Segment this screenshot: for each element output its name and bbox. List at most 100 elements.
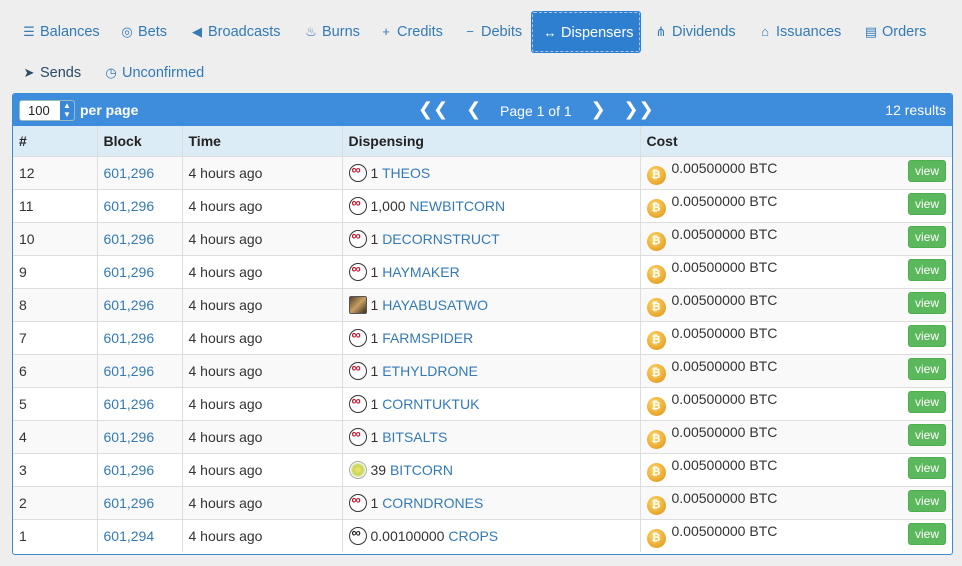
infinity-red-icon <box>348 327 367 347</box>
infinity-red-icon <box>348 360 367 380</box>
tab-sends[interactable]: ➤ Sends <box>12 53 91 93</box>
tab-issuances[interactable]: ⌂ Issuances <box>748 12 851 52</box>
first-page-button[interactable]: ❮❮ <box>418 100 448 118</box>
infinity-red-icon <box>348 195 367 215</box>
bitcoin-icon: ₿ <box>646 397 666 416</box>
row-time: 4 hours ago <box>181 353 342 387</box>
row-time: 4 hours ago <box>181 386 342 420</box>
next-page-button[interactable]: ❯ <box>591 100 606 118</box>
row-time: 4 hours ago <box>181 287 342 321</box>
view-button[interactable]: view <box>907 391 946 413</box>
view-button[interactable]: view <box>907 424 946 446</box>
asset-link[interactable]: HAYMAKER <box>382 264 460 280</box>
bitcoin-icon: ₿ <box>646 232 666 251</box>
minus-icon: − <box>466 24 474 39</box>
prev-page-button[interactable]: ❮ <box>466 100 481 118</box>
block-link[interactable]: 601,296 <box>104 198 155 214</box>
infinity-red-icon <box>348 261 367 281</box>
view-button[interactable]: view <box>907 358 946 380</box>
asset-link[interactable]: THEOS <box>382 165 430 181</box>
last-page-button[interactable]: ❯❯ <box>624 100 654 118</box>
bitcoin-icon: ₿ <box>646 331 666 350</box>
block-link[interactable]: 601,296 <box>104 231 155 247</box>
view-button[interactable]: view <box>907 193 946 215</box>
block-link[interactable]: 601,296 <box>104 264 155 280</box>
per-page-select[interactable]: 100 ▲ ▼ <box>19 100 75 121</box>
paper-plane-icon: ➤ <box>23 65 35 80</box>
block-link[interactable]: 601,296 <box>104 396 155 412</box>
asset-link[interactable]: NEWBITCORN <box>409 198 505 214</box>
view-button[interactable]: view <box>907 292 946 314</box>
row-number: 10 <box>13 221 97 255</box>
dispense-quantity: 1 <box>370 494 379 511</box>
table-row: 6 601,296 4 hours ago 1 ETHYLDRONE ₿ 0.005000… <box>13 353 952 387</box>
table-row: 8 601,296 4 hours ago 1 HAYABUSATWO ₿ 0.00500… <box>13 287 952 321</box>
plus-icon: + <box>382 24 390 39</box>
table-row: 2 601,296 4 hours ago 1 CORNDRONES ₿ 0.005000… <box>13 485 952 519</box>
view-button[interactable]: view <box>907 259 946 281</box>
asset-link[interactable]: BITCORN <box>390 462 453 478</box>
arrows-horizontal-icon: ↔ <box>543 25 557 40</box>
row-number: 11 <box>13 188 97 222</box>
asset-link[interactable]: CROPS <box>448 528 498 544</box>
tab-debits[interactable]: − Debits <box>453 12 532 52</box>
book-icon: ▤ <box>864 24 878 39</box>
table-row: 9 601,296 4 hours ago 1 HAYMAKER ₿ 0.00500000… <box>13 254 952 288</box>
tab-bets[interactable]: ◎ Bets <box>110 12 177 52</box>
asset-link[interactable]: CORNTUKTUK <box>382 396 479 412</box>
tab-dividends[interactable]: ⋔ Dividends <box>644 12 746 52</box>
image-thumbnail-icon <box>348 295 367 314</box>
col-header-dispensing: Dispensing <box>341 126 640 156</box>
dispense-quantity: 39 <box>370 461 387 478</box>
view-button[interactable]: view <box>907 490 946 512</box>
cost-value: 0.00500000 BTC <box>671 226 778 242</box>
row-number: 4 <box>13 419 97 453</box>
table-row: 5 601,296 4 hours ago 1 CORNTUKTUK ₿ 0.005000… <box>13 386 952 420</box>
table-row: 4 601,296 4 hours ago 1 BITSALTS ₿ 0.00500000… <box>13 419 952 453</box>
infinity-red-icon <box>348 162 367 182</box>
bitcoin-icon: ₿ <box>646 430 666 449</box>
tab-burns[interactable]: ♨ Burns <box>294 12 370 52</box>
block-link[interactable]: 601,296 <box>104 165 155 181</box>
cost-value: 0.00500000 BTC <box>671 160 778 176</box>
asset-link[interactable]: HAYABUSATWO <box>382 297 488 313</box>
block-link[interactable]: 601,296 <box>104 429 155 445</box>
col-header-cost: Cost <box>639 126 952 156</box>
row-number: 2 <box>13 485 97 519</box>
tab-broadcasts[interactable]: ◀ Broadcasts <box>180 12 291 52</box>
tab-balances[interactable]: ☰ Balances <box>12 12 110 52</box>
block-link[interactable]: 601,296 <box>104 495 155 511</box>
block-link[interactable]: 601,296 <box>104 297 155 313</box>
row-time: 4 hours ago <box>181 518 342 552</box>
view-button[interactable]: view <box>907 457 946 479</box>
cost-value: 0.00500000 BTC <box>671 523 778 539</box>
tab-orders[interactable]: ▤ Orders <box>854 12 936 52</box>
view-button[interactable]: view <box>907 325 946 347</box>
tab-credits[interactable]: + Credits <box>369 12 453 52</box>
block-link[interactable]: 601,294 <box>104 528 155 544</box>
tab-unconfirmed[interactable]: ◷ Unconfirmed <box>94 53 214 93</box>
row-number: 9 <box>13 254 97 288</box>
spinner-icon[interactable]: ▲ ▼ <box>60 101 74 120</box>
dispense-quantity: 1 <box>370 428 379 445</box>
bitcoin-icon: ₿ <box>646 298 666 317</box>
block-link[interactable]: 601,296 <box>104 462 155 478</box>
table-row: 10 601,296 4 hours ago 1 DECORNSTRUCT ₿ 0.005… <box>13 221 952 255</box>
asset-link[interactable]: BITSALTS <box>382 429 447 445</box>
cost-value: 0.00500000 BTC <box>671 358 778 374</box>
tab-dispensers[interactable]: ↔ Dispensers <box>532 12 640 52</box>
view-button[interactable]: view <box>907 523 946 545</box>
table-row: 3 601,296 4 hours ago 39 BITCORN ₿ 0.00500000… <box>13 452 952 486</box>
asset-link[interactable]: CORNDRONES <box>382 495 483 511</box>
block-link[interactable]: 601,296 <box>104 363 155 379</box>
dispense-quantity: 1 <box>370 362 379 379</box>
view-button[interactable]: view <box>907 226 946 248</box>
sitemap-icon: ⋔ <box>655 24 667 39</box>
asset-link[interactable]: DECORNSTRUCT <box>382 231 499 247</box>
bitcoin-icon: ₿ <box>646 166 666 185</box>
block-link[interactable]: 601,296 <box>104 330 155 346</box>
asset-link[interactable]: ETHYLDRONE <box>382 363 478 379</box>
view-button[interactable]: view <box>907 160 946 182</box>
row-number: 7 <box>13 320 97 354</box>
asset-link[interactable]: FARMSPIDER <box>382 330 473 346</box>
